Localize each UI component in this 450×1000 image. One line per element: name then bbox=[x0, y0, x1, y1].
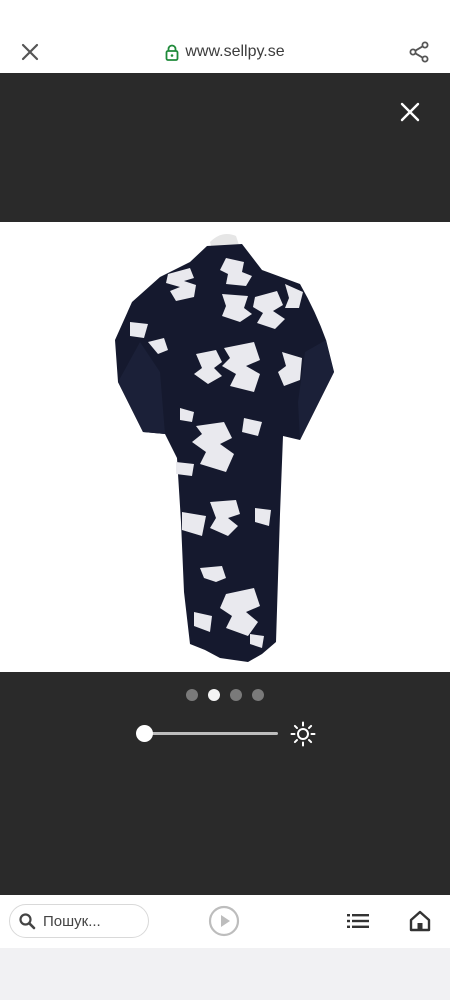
home-icon bbox=[409, 910, 431, 932]
browser-top-bar: www.sellpy.se bbox=[0, 0, 450, 73]
home-button[interactable] bbox=[406, 907, 434, 935]
search-placeholder: Пошук... bbox=[43, 912, 101, 930]
browser-bottom-bar: Пошук... bbox=[0, 895, 450, 948]
slider-track bbox=[144, 732, 278, 735]
slider-thumb[interactable] bbox=[136, 725, 153, 742]
pagination-dot[interactable] bbox=[230, 689, 242, 701]
kimono-image bbox=[0, 222, 450, 672]
search-input[interactable]: Пошук... bbox=[9, 904, 149, 938]
list-button[interactable] bbox=[344, 908, 372, 934]
image-pagination-dots bbox=[0, 689, 450, 701]
image-viewer bbox=[0, 73, 450, 895]
search-icon bbox=[19, 913, 36, 930]
pagination-dot[interactable] bbox=[186, 689, 198, 701]
pagination-dot[interactable] bbox=[252, 689, 264, 701]
list-icon bbox=[347, 914, 369, 928]
play-icon bbox=[208, 905, 240, 937]
share-icon bbox=[409, 41, 429, 63]
share-button[interactable] bbox=[403, 36, 435, 68]
product-image[interactable] bbox=[0, 222, 450, 672]
play-button[interactable] bbox=[207, 904, 241, 938]
viewer-close-button[interactable] bbox=[394, 96, 426, 128]
url-text: www.sellpy.se bbox=[185, 43, 285, 60]
close-icon bbox=[400, 102, 420, 122]
brightness-slider[interactable] bbox=[136, 723, 278, 743]
lock-icon bbox=[165, 44, 179, 61]
page-background-below bbox=[0, 948, 450, 1000]
brightness-icon bbox=[290, 721, 316, 747]
pagination-dot-active[interactable] bbox=[208, 689, 220, 701]
address-bar[interactable]: www.sellpy.se bbox=[0, 40, 450, 64]
